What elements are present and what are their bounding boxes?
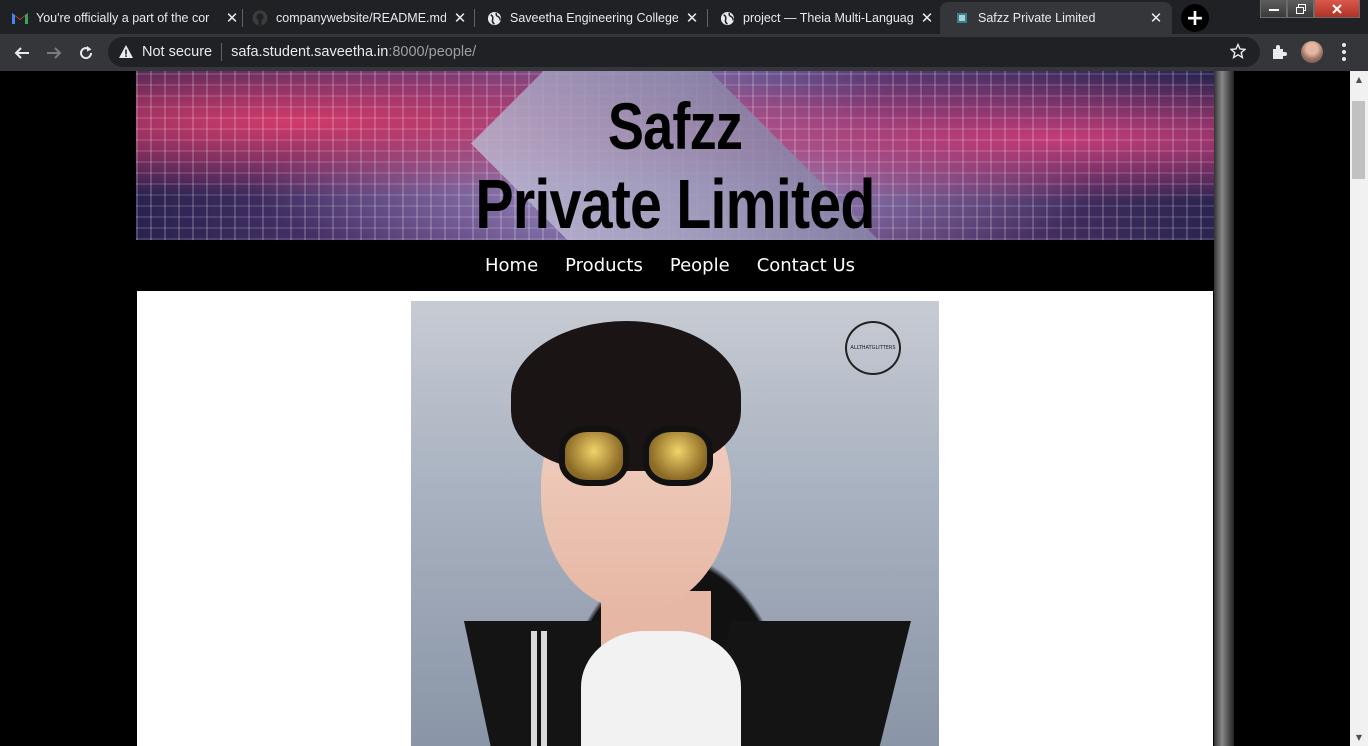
photo-jacket-stripe	[541, 631, 547, 746]
extensions-icon[interactable]	[1270, 43, 1288, 61]
scroll-up-icon[interactable]: ▲	[1350, 71, 1368, 88]
tab-theia[interactable]: project — Theia Multi-Language ✕	[719, 2, 935, 34]
close-tab-icon[interactable]: ✕	[452, 10, 468, 27]
watermark-logo: ALLTHATGLITTERS	[845, 321, 901, 375]
brand-line-1: Safzz	[607, 89, 743, 163]
close-tab-icon[interactable]: ✕	[1148, 10, 1164, 27]
page-viewport: Safzz Private Limited Home Products Peop…	[0, 71, 1350, 746]
tab-title: companywebsite/README.md a	[276, 11, 446, 25]
watermark-text: ALLTHATGLITTERS	[850, 345, 896, 351]
address-bar[interactable]: Not secure safa.student.saveetha.in :800…	[108, 37, 1260, 67]
tab-safzz[interactable]: Safzz Private Limited ✕	[940, 2, 1172, 34]
tab-title: project — Theia Multi-Language	[743, 11, 913, 25]
nav-home[interactable]: Home	[485, 255, 538, 276]
bookmark-star-icon[interactable]	[1230, 43, 1246, 59]
scroll-down-icon[interactable]: ▼	[1350, 729, 1368, 746]
forward-icon[interactable]	[42, 41, 66, 65]
nav-contact-us[interactable]: Contact Us	[757, 255, 855, 276]
site-favicon	[954, 10, 970, 26]
tab-strip: You're officially a part of the cor ✕ co…	[0, 0, 1368, 34]
scrollbar-thumb[interactable]	[1352, 101, 1365, 179]
photo-lens-right	[643, 426, 713, 486]
window-controls	[1260, 0, 1360, 18]
brand-line-2: Private Limited	[475, 165, 875, 240]
tab-title: Saveetha Engineering College	[510, 11, 678, 25]
photo-shirt	[581, 631, 741, 746]
github-icon	[252, 10, 268, 26]
globe-icon	[719, 10, 735, 26]
close-window-icon[interactable]	[1314, 0, 1360, 18]
globe-icon	[486, 10, 502, 26]
page-scrollbar[interactable]: ▲ ▼	[1350, 71, 1368, 746]
gmail-icon	[12, 10, 28, 26]
url-path: :8000/people/	[388, 44, 477, 60]
site-title: Safzz Private Limited	[136, 93, 1214, 239]
reload-icon[interactable]	[74, 41, 98, 65]
nav-products[interactable]: Products	[565, 255, 643, 276]
close-tab-icon[interactable]: ✕	[224, 10, 240, 27]
close-tab-icon[interactable]: ✕	[684, 10, 700, 27]
menu-icon[interactable]	[1338, 42, 1350, 62]
tab-separator	[707, 9, 708, 27]
new-tab-button[interactable]: +	[1181, 4, 1209, 32]
tab-separator	[474, 9, 475, 27]
tab-separator	[242, 9, 243, 27]
tab-gmail[interactable]: You're officially a part of the cor ✕	[12, 2, 240, 34]
nav-people[interactable]: People	[670, 255, 730, 276]
warning-icon	[119, 45, 133, 58]
tab-saveetha[interactable]: Saveetha Engineering College ✕	[486, 2, 700, 34]
minimize-icon[interactable]	[1260, 0, 1287, 18]
photo-sunglasses	[559, 426, 713, 496]
back-icon[interactable]	[10, 41, 34, 65]
header-banner: Safzz Private Limited	[136, 71, 1214, 240]
site-container: Safzz Private Limited Home Products Peop…	[136, 71, 1214, 746]
photo-jacket-stripe	[531, 631, 537, 746]
tab-title: Safzz Private Limited	[978, 11, 1096, 25]
page-edge-shadow	[1214, 71, 1234, 746]
address-divider	[221, 43, 223, 61]
close-tab-icon[interactable]: ✕	[919, 10, 935, 27]
avatar[interactable]	[1301, 41, 1323, 63]
person-photo: ALLTHATGLITTERS	[411, 301, 939, 746]
tab-github[interactable]: companywebsite/README.md a ✕	[252, 2, 468, 34]
security-label[interactable]: Not secure	[142, 44, 212, 60]
browser-toolbar: Not secure safa.student.saveetha.in :800…	[0, 34, 1368, 71]
people-content: ALLTHATGLITTERS	[137, 291, 1213, 746]
tab-title: You're officially a part of the cor	[36, 11, 210, 25]
restore-icon[interactable]	[1287, 0, 1314, 18]
main-nav: Home Products People Contact Us	[136, 240, 1214, 291]
url-host: safa.student.saveetha.in	[231, 44, 389, 60]
photo-lens-left	[559, 426, 629, 486]
